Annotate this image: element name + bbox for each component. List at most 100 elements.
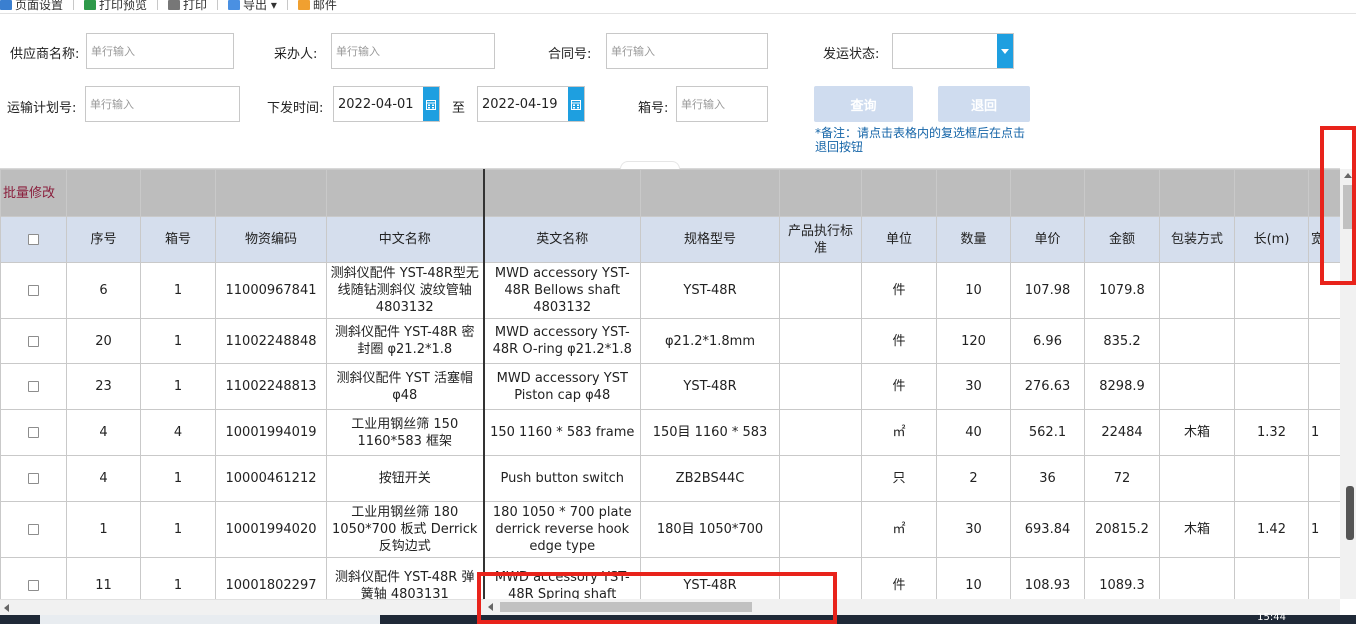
table-cell: 11002248848 <box>215 318 327 364</box>
export-icon <box>228 0 241 10</box>
page-setup-button[interactable]: 页面设置 <box>0 0 63 12</box>
row-select-cell[interactable] <box>0 363 67 410</box>
header-cell[interactable]: 数量 <box>936 216 1011 263</box>
table-cell: 107.98 <box>1010 262 1085 319</box>
table-cell: 180 1050 * 700 plate derrick reverse hoo… <box>482 501 641 558</box>
table-cell: 11002248813 <box>215 363 327 410</box>
header-cell[interactable]: 箱号 <box>140 216 216 263</box>
table-cell: MWD accessory YST-48R O-ring φ21.2*1.8 <box>482 318 641 364</box>
table-cell: 36 <box>1010 455 1085 502</box>
table-cell: 180目 1050*700 <box>640 501 780 558</box>
row-checkbox[interactable] <box>28 285 39 296</box>
page-scrollbar-thumb[interactable] <box>1346 486 1354 540</box>
table-cell: 件 <box>861 557 937 599</box>
date-to-input[interactable]: 2022-04-19 <box>477 86 585 122</box>
table-cell: 562.1 <box>1010 409 1085 456</box>
table-cell: 木箱 <box>1159 501 1235 558</box>
row-checkbox[interactable] <box>28 427 39 438</box>
row-checkbox[interactable] <box>28 524 39 535</box>
toolbar-divider <box>157 0 159 10</box>
row-select-cell[interactable] <box>0 501 67 558</box>
table-cell: 8298.9 <box>1084 363 1160 410</box>
calendar-icon[interactable] <box>568 87 584 121</box>
row-select-cell[interactable] <box>0 262 67 319</box>
table-cell <box>779 262 862 319</box>
header-cell[interactable]: 单价 <box>1010 216 1085 263</box>
collapse-handle[interactable] <box>620 161 680 169</box>
row-checkbox[interactable] <box>28 473 39 484</box>
top-cell <box>215 169 327 217</box>
buyer-input[interactable]: 单行输入 <box>331 33 495 69</box>
issue-time-label: 下发时间: <box>267 101 324 116</box>
row-checkbox[interactable] <box>28 335 39 347</box>
header-cell[interactable]: 物资编码 <box>215 216 327 263</box>
header-cell[interactable]: 金额 <box>1084 216 1160 263</box>
table-row: 23 1 11002248813 测斜仪配件 YST 活塞帽 φ48 MWD acces… <box>0 363 1340 410</box>
buyer-label: 采办人: <box>274 47 318 62</box>
row-checkbox[interactable] <box>28 580 39 591</box>
supplier-input[interactable]: 单行输入 <box>86 33 234 69</box>
toolbar: 页面设置 打印预览 打印 导出 ▾ 邮件 <box>0 0 1356 14</box>
row-checkbox[interactable] <box>28 381 39 392</box>
print-button[interactable]: 打印 <box>168 0 207 12</box>
header-cell[interactable]: 规格型号 <box>640 216 780 263</box>
chevron-down-icon[interactable] <box>997 34 1013 68</box>
annotation-box <box>477 572 837 624</box>
table-cell: 150 1160 * 583 frame <box>482 409 641 456</box>
table-cell: 1 <box>140 318 216 364</box>
table-cell <box>779 318 862 364</box>
table-cell: YST-48R <box>640 262 780 319</box>
bulk-edit-row: 批量修改 <box>0 169 1340 217</box>
select-all-cell[interactable] <box>0 216 67 263</box>
table-cell: MWD accessory YST-48R Bellows shaft 4803… <box>482 262 641 319</box>
table-cell <box>1159 318 1235 364</box>
calendar-icon[interactable] <box>423 87 439 121</box>
table-cell <box>779 363 862 410</box>
export-label: 导出 ▾ <box>243 0 277 12</box>
table-cell: 测斜仪配件 YST-48R 密封圈 φ21.2*1.8 <box>326 318 484 364</box>
table-row: 1 1 10001994020 工业用钢丝筛 180 1050*700 板式 Derr… <box>0 501 1340 558</box>
table-cell: 30 <box>936 363 1011 410</box>
transport-plan-input[interactable]: 单行输入 <box>85 86 240 122</box>
table-cell <box>1159 455 1235 502</box>
export-button[interactable]: 导出 ▾ <box>228 0 277 12</box>
scroll-left-icon[interactable] <box>4 604 9 612</box>
return-note: *备注：请点击表格内的复选框后在点击退回按钮 <box>815 126 1026 154</box>
header-cell[interactable]: 中文名称 <box>326 216 484 263</box>
row-select-cell[interactable] <box>0 318 67 364</box>
header-cell[interactable]: 产品执行标准 <box>779 216 862 263</box>
box-number-input[interactable]: 单行输入 <box>676 86 768 122</box>
query-button[interactable]: 查询 <box>814 86 913 122</box>
select-all-checkbox[interactable] <box>28 234 39 245</box>
date-from-value: 2022-04-01 <box>338 96 414 112</box>
contract-input[interactable]: 单行输入 <box>606 33 768 69</box>
print-preview-button[interactable]: 打印预览 <box>84 0 147 12</box>
table-cell: 150目 1160 * 583 <box>640 409 780 456</box>
data-table-container: 批量修改 序号 箱号 物资编码 中文名称 英文名称 规格型号 产品执行标准 单位… <box>0 169 1340 599</box>
header-cell[interactable]: 英文名称 <box>482 216 641 263</box>
row-select-cell[interactable] <box>0 557 67 599</box>
table-cell: 11000967841 <box>215 262 327 319</box>
table-cell: 20815.2 <box>1084 501 1160 558</box>
header-cell[interactable]: 序号 <box>66 216 141 263</box>
header-cell[interactable]: 包装方式 <box>1159 216 1235 263</box>
header-cell[interactable]: 长(m) <box>1234 216 1309 263</box>
row-select-cell[interactable] <box>0 455 67 502</box>
return-button[interactable]: 退回 <box>938 86 1030 122</box>
table-cell: 6.96 <box>1010 318 1085 364</box>
mail-button[interactable]: 邮件 <box>297 0 337 12</box>
ship-status-select[interactable] <box>892 33 1014 69</box>
table-row: 20 1 11002248848 测斜仪配件 YST-48R 密封圈 φ21.2*1.… <box>0 318 1340 364</box>
date-to-value: 2022-04-19 <box>482 96 558 112</box>
table-cell: 工业用钢丝筛 150 1160*583 框架 <box>326 409 484 456</box>
supplier-label: 供应商名称: <box>10 47 80 62</box>
table-cell: 1 <box>66 501 141 558</box>
date-from-input[interactable]: 2022-04-01 <box>333 86 440 122</box>
page-setup-icon <box>0 0 12 10</box>
table-cell: 108.93 <box>1010 557 1085 599</box>
row-select-cell[interactable] <box>0 409 67 456</box>
top-cell <box>326 169 484 217</box>
bulk-edit-link[interactable]: 批量修改 <box>0 169 67 217</box>
annotation-box <box>1320 126 1356 285</box>
header-cell[interactable]: 单位 <box>861 216 937 263</box>
